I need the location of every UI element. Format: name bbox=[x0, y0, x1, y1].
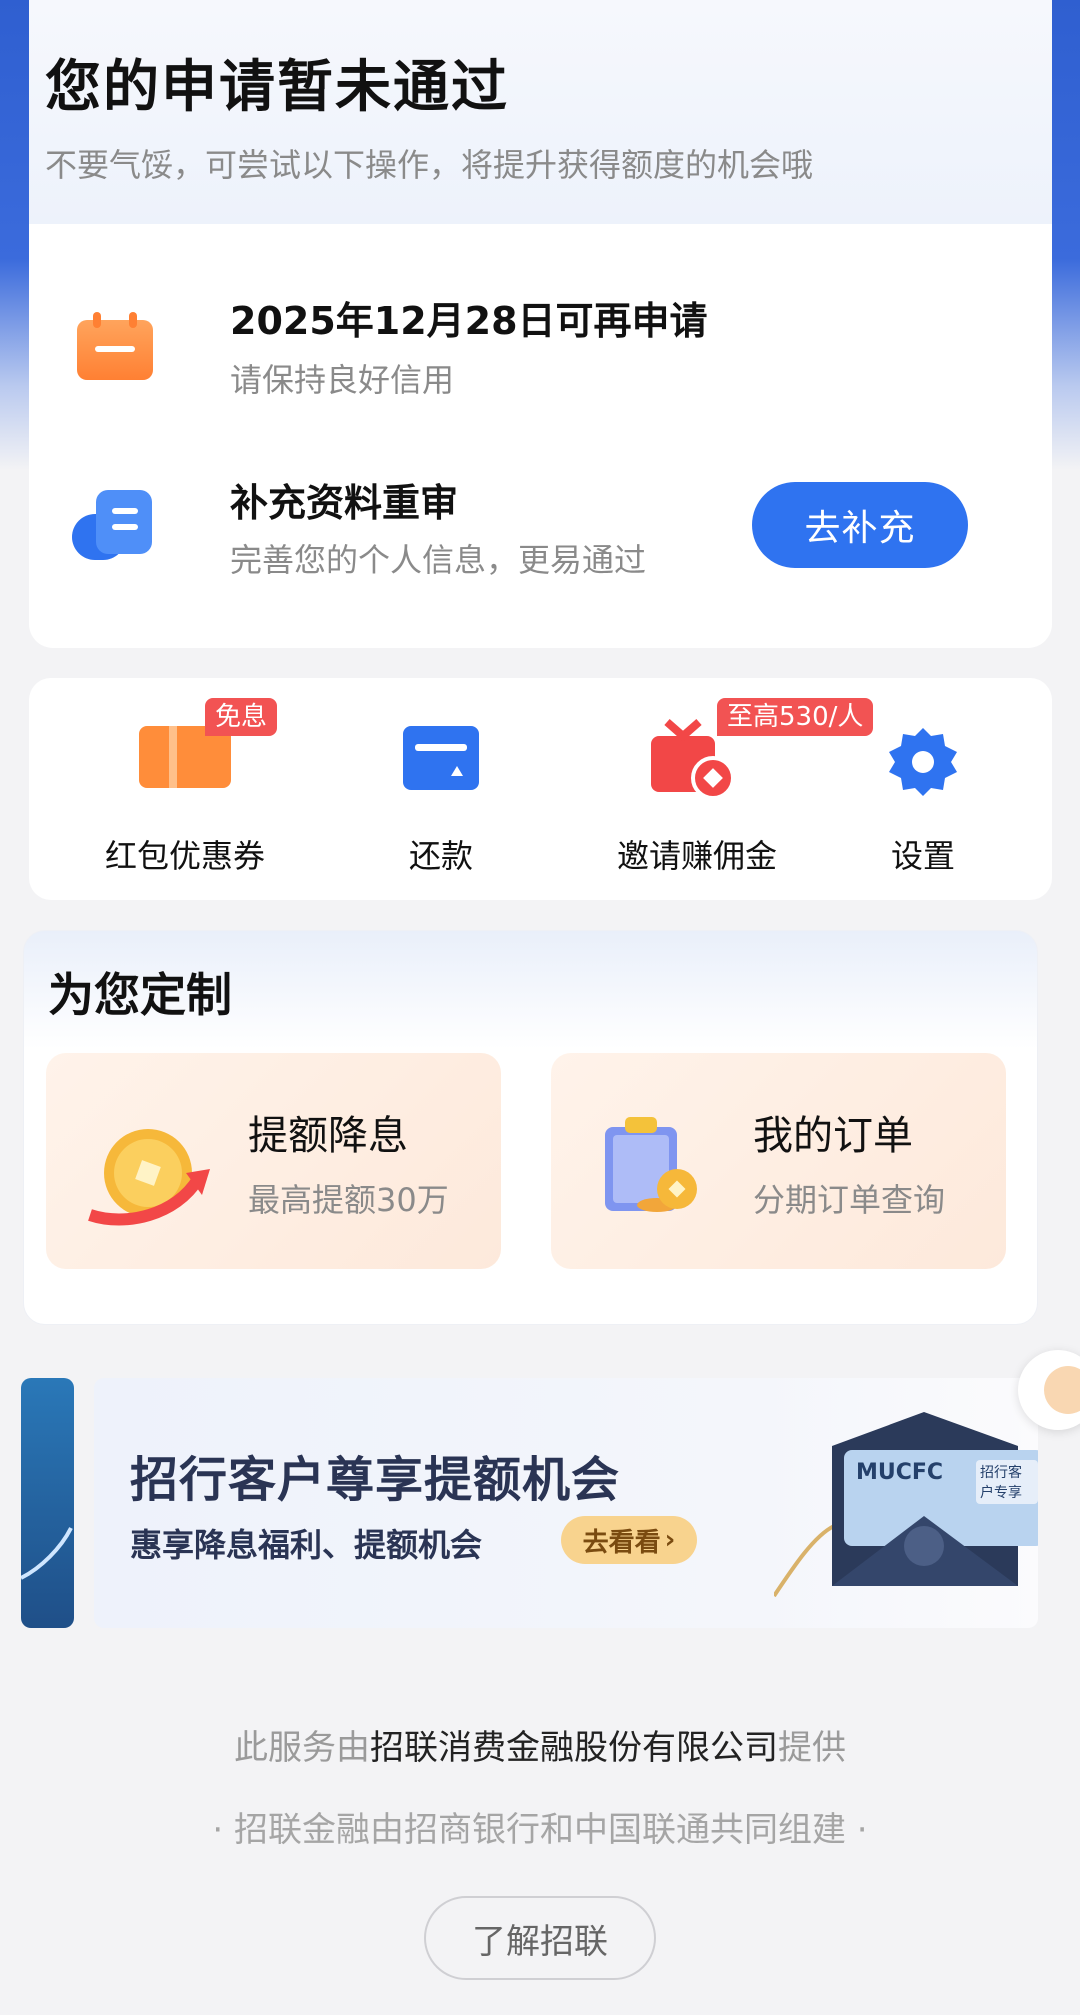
footer-company: 招联消费金融股份有限公司 bbox=[370, 1728, 778, 1768]
supplement-button[interactable]: 去补充 bbox=[752, 482, 968, 568]
banner-go-label: 去看看 bbox=[582, 1527, 661, 1558]
document-icon bbox=[72, 490, 154, 560]
promo-banner[interactable]: 招行客户尊享提额机会 惠享降息福利、提额机会 去看看 › MUCFC 招行客户专… bbox=[94, 1378, 1038, 1628]
card-brand: MUCFC bbox=[856, 1460, 944, 1485]
footer-suffix: 提供 bbox=[778, 1728, 846, 1768]
tile-title: 提额降息 bbox=[248, 1113, 408, 1159]
quick-action-label: 邀请赚佣金 bbox=[616, 837, 777, 875]
status-title: 您的申请暂未通过 bbox=[45, 55, 509, 120]
calendar-icon bbox=[77, 312, 153, 380]
customized-title: 为您定制 bbox=[48, 968, 232, 1022]
quick-actions-bar: 免息 红包优惠券 还款 至高530/人 邀请赚佣金 设置 bbox=[29, 678, 1052, 900]
banner-go-button[interactable]: 去看看 › bbox=[561, 1516, 697, 1564]
card-tag: 招行客户专享 bbox=[976, 1460, 1038, 1504]
gear-icon bbox=[889, 728, 957, 796]
supplement-title: 补充资料重审 bbox=[230, 481, 459, 525]
coupon-badge: 免息 bbox=[205, 698, 278, 736]
banner-title: 招行客户尊享提额机会 bbox=[130, 1452, 621, 1508]
banner-previous-slide[interactable] bbox=[21, 1378, 74, 1628]
card-envelope-illustration bbox=[774, 1412, 1038, 1598]
quick-action-coupons[interactable]: 免息 红包优惠券 bbox=[85, 678, 285, 900]
quick-action-settings[interactable]: 设置 bbox=[823, 678, 1023, 900]
footer-founding-text: · 招联金融由招商银行和中国联通共同组建 · bbox=[212, 1810, 868, 1850]
chevron-right-icon: › bbox=[664, 1525, 676, 1555]
quick-action-invite[interactable]: 至高530/人 邀请赚佣金 bbox=[597, 678, 874, 900]
footer-prefix: 此服务由 bbox=[234, 1728, 370, 1768]
footer-provider-text: 此服务由招联消费金融股份有限公司提供 bbox=[0, 1720, 1080, 1769]
repay-icon bbox=[403, 726, 479, 790]
quick-action-label: 还款 bbox=[408, 837, 473, 875]
learn-more-button[interactable]: 了解招联 bbox=[424, 1896, 656, 1980]
quick-action-label: 红包优惠券 bbox=[104, 837, 265, 875]
quick-action-label: 设置 bbox=[890, 837, 955, 875]
supplement-subtitle: 完善您的个人信息，更易通过 bbox=[230, 541, 647, 579]
coin-arrow-icon bbox=[88, 1129, 210, 1226]
banner-subtitle: 惠享降息福利、提额机会 bbox=[130, 1526, 483, 1564]
tile-title: 我的订单 bbox=[753, 1113, 913, 1159]
reapply-date-title: 2025年12月28日可再申请 bbox=[230, 299, 708, 343]
reapply-subtitle: 请保持良好信用 bbox=[230, 361, 455, 399]
clipboard-coin-icon bbox=[605, 1117, 697, 1212]
service-icon bbox=[1044, 1366, 1080, 1414]
status-subtitle: 不要气馁，可尝试以下操作，将提升获得额度的机会哦 bbox=[45, 146, 814, 184]
tile-subtitle: 最高提额30万 bbox=[248, 1181, 449, 1219]
quick-action-repay[interactable]: 还款 bbox=[341, 678, 541, 900]
tile-raise-limit[interactable]: 提额降息 最高提额30万 bbox=[46, 1053, 501, 1269]
tile-subtitle: 分期订单查询 bbox=[753, 1181, 946, 1219]
tile-my-orders[interactable]: 我的订单 分期订单查询 bbox=[551, 1053, 1006, 1269]
